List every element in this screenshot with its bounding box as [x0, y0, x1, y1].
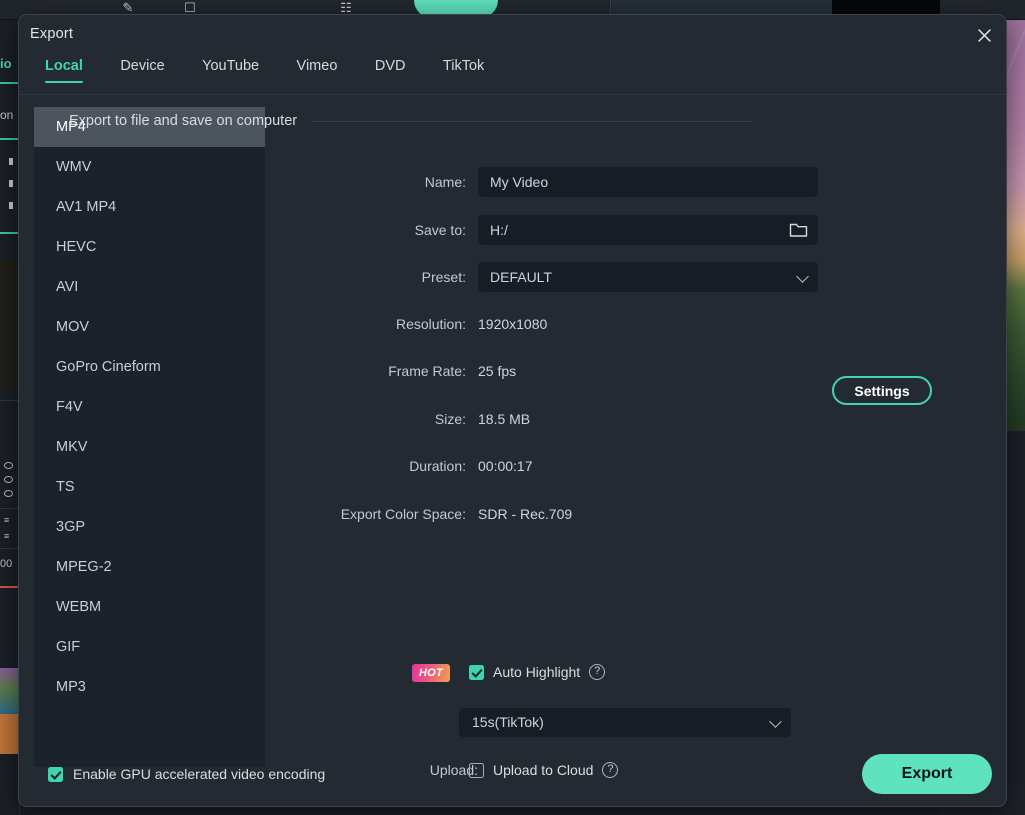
export-dialog: Export Local Device YouTube Vimeo DVD Ti…	[18, 14, 1007, 807]
duration-value: 00:00:17	[478, 458, 533, 474]
name-input[interactable]	[478, 167, 818, 197]
tab-dvd[interactable]: DVD	[375, 58, 406, 83]
upload-to-cloud-row: Upload to Cloud ?	[469, 762, 619, 778]
duration-label: Duration:	[409, 458, 466, 474]
left-timeline-rail: io on ≡ ≡ 00	[0, 20, 20, 815]
resolution-label: Resolution:	[395, 316, 466, 332]
format-item-mp3[interactable]: MP3	[34, 667, 265, 707]
export-settings-pane: Export to file and save on computer Name…	[69, 95, 1006, 806]
bg-timecode: 00	[0, 558, 13, 570]
auto-highlight-help-icon[interactable]: ?	[589, 664, 606, 680]
preset-select[interactable]	[478, 262, 818, 292]
dialog-titlebar: Export	[19, 15, 1006, 55]
format-list: MP4 WMV AV1 MP4 HEVC AVI MOV GoPro Cinef…	[34, 107, 265, 767]
size-label: Size:	[434, 411, 466, 427]
tab-vimeo[interactable]: Vimeo	[297, 58, 338, 83]
browse-folder-button[interactable]	[789, 221, 808, 239]
section-heading-text: Export to file and save on computer	[69, 113, 298, 129]
resolution-value: 1920x1080	[478, 316, 548, 332]
size-value: 18.5 MB	[478, 411, 531, 427]
format-item-ts[interactable]: TS	[34, 467, 265, 507]
tab-local[interactable]: Local	[45, 58, 83, 83]
auto-highlight-row: Auto Highlight ?	[469, 664, 606, 680]
settings-button[interactable]: Settings	[832, 376, 932, 405]
format-item-gif[interactable]: GIF	[34, 627, 265, 667]
format-item-gopro-cineform[interactable]: GoPro Cineform	[34, 347, 265, 387]
tab-tiktok[interactable]: TikTok	[443, 58, 484, 83]
format-item-f4v[interactable]: F4V	[34, 387, 265, 427]
format-item-3gp[interactable]: 3GP	[34, 507, 265, 547]
section-heading-rule	[311, 120, 751, 122]
slider-icon-2: ≡	[4, 531, 10, 541]
colorspace-row: Export Color Space: SDR - Rec.709	[281, 499, 572, 529]
format-item-av1-mp4[interactable]: AV1 MP4	[34, 187, 265, 227]
auto-highlight-duration-value: 15s(TikTok)	[472, 714, 544, 730]
chevron-down-icon	[769, 715, 782, 728]
upload-to-cloud-checkbox[interactable]	[469, 762, 484, 778]
tab-device[interactable]: Device	[120, 58, 164, 83]
saveto-input[interactable]	[478, 215, 818, 245]
export-button[interactable]: Export	[862, 754, 992, 794]
preset-row: Preset:	[281, 262, 818, 292]
name-input-wrap	[478, 167, 818, 197]
upload-to-cloud-label: Upload to Cloud	[493, 762, 594, 778]
name-label: Name:	[424, 174, 466, 190]
format-item-webm[interactable]: WEBM	[34, 587, 265, 627]
auto-highlight-duration-select[interactable]: 15s(TikTok)	[459, 708, 791, 737]
close-button[interactable]	[970, 22, 998, 49]
dialog-body: MP4 WMV AV1 MP4 HEVC AVI MOV GoPro Cinef…	[19, 95, 1006, 806]
framerate-label: Frame Rate:	[388, 363, 466, 379]
format-item-hevc[interactable]: HEVC	[34, 227, 265, 267]
format-item-avi[interactable]: AVI	[34, 267, 265, 307]
hot-badge: HOT	[412, 664, 450, 682]
upload-to-cloud-help-icon[interactable]: ?	[602, 762, 619, 778]
resolution-row: Resolution: 1920x1080	[281, 309, 547, 339]
preset-label: Preset:	[421, 269, 466, 285]
dialog-title: Export	[30, 26, 74, 42]
section-heading: Export to file and save on computer	[69, 113, 751, 129]
auto-highlight-label: Auto Highlight	[493, 664, 581, 680]
saveto-row: Save to:	[281, 215, 818, 245]
saveto-input-wrap	[478, 215, 818, 245]
bg-audio-label: io	[0, 56, 12, 71]
colorspace-value: SDR - Rec.709	[478, 506, 573, 522]
duration-row: Duration: 00:00:17	[281, 451, 533, 481]
framerate-row: Frame Rate: 25 fps	[281, 356, 516, 386]
upload-label: Upload:	[429, 762, 478, 778]
preset-select-wrap	[478, 262, 818, 292]
folder-icon	[789, 223, 808, 237]
close-icon	[977, 29, 991, 42]
tab-youtube[interactable]: YouTube	[202, 58, 259, 83]
name-row: Name:	[281, 167, 818, 197]
saveto-label: Save to:	[414, 222, 466, 238]
gpu-encoding-label: Enable GPU accelerated video encoding	[73, 766, 326, 782]
framerate-value: 25 fps	[478, 363, 517, 379]
gpu-encoding-row: Enable GPU accelerated video encoding	[48, 766, 325, 782]
colorspace-label: Export Color Space:	[340, 506, 466, 522]
gpu-encoding-checkbox[interactable]	[48, 766, 63, 782]
export-destination-tabs: Local Device YouTube Vimeo DVD TikTok	[19, 55, 1006, 95]
size-row: Size: 18.5 MB	[281, 404, 530, 434]
slider-icon-1: ≡	[4, 515, 10, 525]
auto-highlight-checkbox[interactable]	[469, 664, 484, 680]
bg-transition-label: on	[0, 108, 14, 122]
format-item-wmv[interactable]: WMV	[34, 147, 265, 187]
format-item-mov[interactable]: MOV	[34, 307, 265, 347]
format-item-mpeg-2[interactable]: MPEG-2	[34, 547, 265, 587]
format-item-mkv[interactable]: MKV	[34, 427, 265, 467]
